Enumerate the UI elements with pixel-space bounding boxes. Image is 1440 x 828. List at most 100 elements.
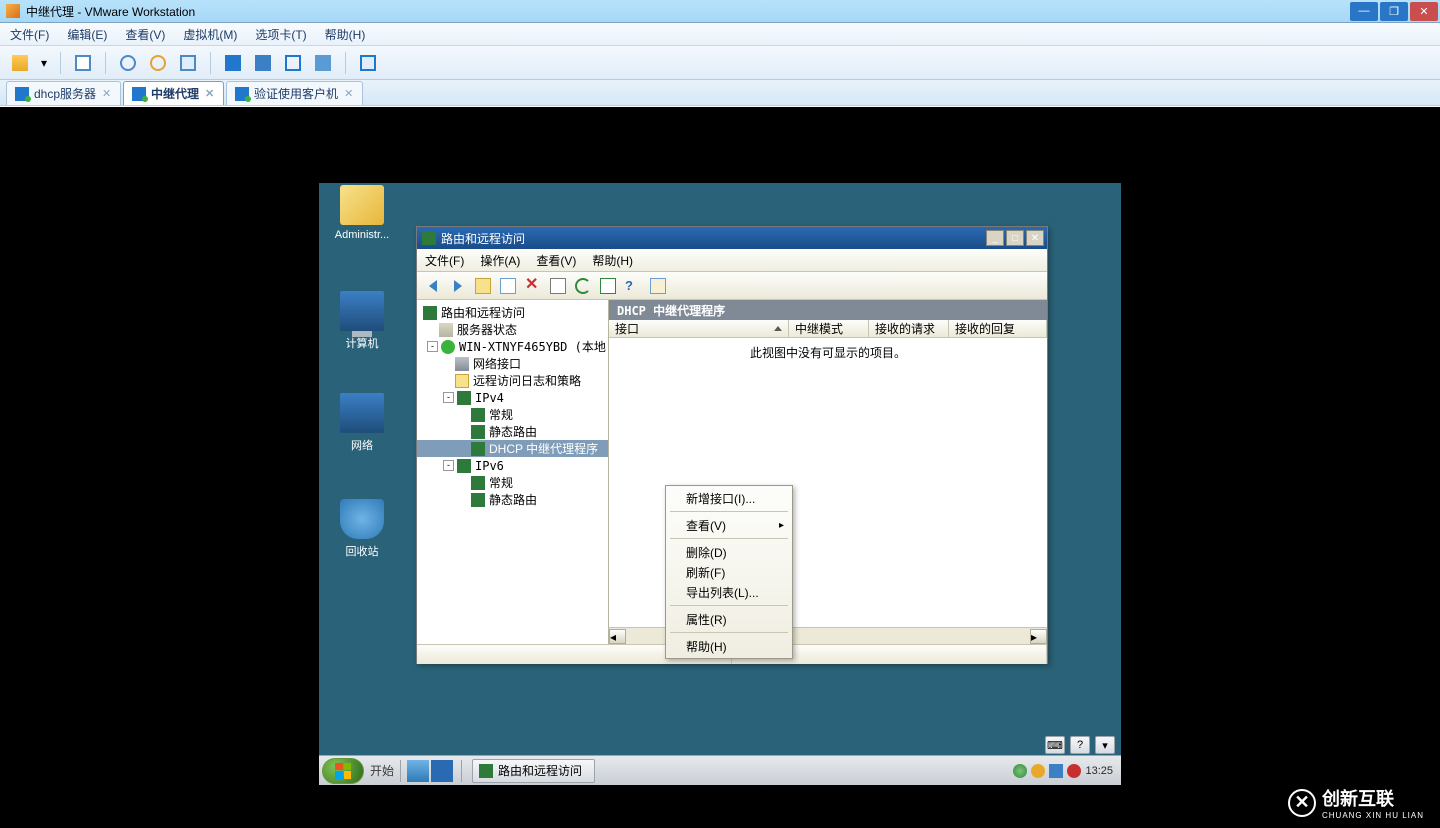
- start-button[interactable]: [322, 758, 364, 784]
- server-icon: [439, 323, 453, 337]
- menu-action[interactable]: 操作(A): [480, 252, 520, 269]
- tree-root[interactable]: 路由和远程访问: [417, 304, 608, 321]
- quicklaunch-show-desktop[interactable]: [407, 760, 429, 782]
- windows-desktop[interactable]: Administr... 计算机 网络 回收站 路由和远程访问: [319, 183, 1121, 785]
- watermark-logo-icon: ✕: [1288, 789, 1316, 817]
- menu-tabs[interactable]: 选项卡(T): [255, 26, 306, 43]
- tree-host[interactable]: - WIN-XTNYF465YBD (本地): [417, 338, 608, 355]
- ctx-export-list[interactable]: 导出列表(L)...: [668, 582, 790, 602]
- rras-titlebar[interactable]: 路由和远程访问 _ □ ✕: [417, 227, 1047, 249]
- snapshot-take-button[interactable]: [116, 51, 140, 75]
- taskbar-item-rras[interactable]: 路由和远程访问: [472, 759, 595, 783]
- forward-button[interactable]: [447, 275, 469, 297]
- tree-label: 远程访问日志和策略: [473, 372, 581, 389]
- ctx-delete[interactable]: 删除(D): [668, 542, 790, 562]
- close-button[interactable]: ✕: [1026, 230, 1044, 246]
- tree-ipv4-static[interactable]: 静态路由: [417, 423, 608, 440]
- minimize-button[interactable]: _: [986, 230, 1004, 246]
- tab-close-icon[interactable]: ✕: [102, 87, 114, 99]
- column-received-replies[interactable]: 接收的回复: [949, 320, 1047, 337]
- snapshot-manager-button[interactable]: [176, 51, 200, 75]
- column-received-requests[interactable]: 接收的请求: [869, 320, 949, 337]
- tab-dhcp-server[interactable]: dhcp服务器 ✕: [6, 81, 121, 105]
- folder-icon: [340, 185, 384, 225]
- ip-icon: [471, 408, 485, 422]
- tab-verify-client[interactable]: 验证使用客户机 ✕: [226, 81, 363, 105]
- collapse-icon[interactable]: -: [443, 460, 454, 471]
- column-button[interactable]: [647, 275, 669, 297]
- rras-tree[interactable]: 路由和远程访问 服务器状态 - WIN-XTNYF465YBD (本地): [417, 300, 609, 644]
- desktop-icon-recycle[interactable]: 回收站: [327, 499, 397, 559]
- tab-close-icon[interactable]: ✕: [205, 87, 217, 99]
- menu-vm[interactable]: 虚拟机(M): [183, 26, 237, 43]
- tray-network-icon[interactable]: [1049, 764, 1063, 778]
- fullscreen-button[interactable]: [281, 51, 305, 75]
- keyboard-button[interactable]: ⌨: [1045, 736, 1065, 754]
- tree-ipv4-general[interactable]: 常规: [417, 406, 608, 423]
- maximize-button[interactable]: ❐: [1380, 2, 1408, 21]
- help-button[interactable]: ?: [622, 275, 644, 297]
- tree-ipv6[interactable]: - IPv6: [417, 457, 608, 474]
- menu-view[interactable]: 查看(V): [536, 252, 576, 269]
- maximize-button[interactable]: □: [1006, 230, 1024, 246]
- stretch-button[interactable]: [356, 51, 380, 75]
- tree-ipv6-general[interactable]: 常规: [417, 474, 608, 491]
- up-button[interactable]: [472, 275, 494, 297]
- tray-volume-icon[interactable]: [1067, 764, 1081, 778]
- properties-button[interactable]: [547, 275, 569, 297]
- tree-ipv6-static[interactable]: 静态路由: [417, 491, 608, 508]
- delete-button[interactable]: ✕: [522, 275, 544, 297]
- tree-dhcp-relay[interactable]: DHCP 中继代理程序: [417, 440, 608, 457]
- collapse-icon[interactable]: -: [443, 392, 454, 403]
- tree-server-status[interactable]: 服务器状态: [417, 321, 608, 338]
- tray-update-icon[interactable]: [1031, 764, 1045, 778]
- tree-network-interfaces[interactable]: 网络接口: [417, 355, 608, 372]
- suspend-button[interactable]: [8, 51, 32, 75]
- menu-view[interactable]: 查看(V): [125, 26, 165, 43]
- snapshot-revert-button[interactable]: [146, 51, 170, 75]
- tray-security-icon[interactable]: [1013, 764, 1027, 778]
- back-button[interactable]: [422, 275, 444, 297]
- collapse-icon[interactable]: -: [427, 341, 438, 352]
- column-interface[interactable]: 接口: [609, 320, 789, 337]
- tray-clock[interactable]: 13:25: [1085, 765, 1113, 777]
- desktop-icon-admin-folder[interactable]: Administr...: [327, 185, 397, 241]
- ctx-help[interactable]: 帮助(H): [668, 636, 790, 656]
- computer-icon: [340, 291, 384, 331]
- desktop-icon-network[interactable]: 网络: [327, 393, 397, 453]
- tab-close-icon[interactable]: ✕: [344, 87, 356, 99]
- view-options-button[interactable]: [497, 275, 519, 297]
- menu-file[interactable]: 文件(F): [425, 252, 464, 269]
- thumbnail-button[interactable]: [251, 51, 275, 75]
- network-button[interactable]: [71, 51, 95, 75]
- quicklaunch-switch-windows[interactable]: [431, 760, 453, 782]
- scroll-left-button[interactable]: ◂: [609, 629, 626, 644]
- ctx-view[interactable]: 查看(V): [668, 515, 790, 535]
- menu-help[interactable]: 帮助(H): [325, 26, 366, 43]
- export-button[interactable]: [597, 275, 619, 297]
- tab-label: 验证使用客户机: [254, 85, 338, 102]
- menu-file[interactable]: 文件(F): [10, 26, 49, 43]
- refresh-button[interactable]: [572, 275, 594, 297]
- scroll-right-button[interactable]: ▸: [1030, 629, 1047, 644]
- vmware-menubar: 文件(F) 编辑(E) 查看(V) 虚拟机(M) 选项卡(T) 帮助(H): [0, 23, 1440, 46]
- tree-ipv4[interactable]: - IPv4: [417, 389, 608, 406]
- unity-button[interactable]: [311, 51, 335, 75]
- menu-edit[interactable]: 编辑(E): [67, 26, 107, 43]
- minimize-button[interactable]: —: [1350, 2, 1378, 21]
- column-relay-mode[interactable]: 中继模式: [789, 320, 869, 337]
- tree-remote-access-log[interactable]: 远程访问日志和策略: [417, 372, 608, 389]
- tab-relay-agent[interactable]: 中继代理 ✕: [123, 81, 224, 105]
- close-button[interactable]: ✕: [1410, 2, 1438, 21]
- suspend-dropdown[interactable]: ▾: [38, 51, 50, 75]
- rras-icon: [479, 764, 493, 778]
- ctx-new-interface[interactable]: 新增接口(I)...: [668, 488, 790, 508]
- vmware-titlebar[interactable]: 中继代理 - VMware Workstation — ❐ ✕: [0, 0, 1440, 23]
- ime-options-button[interactable]: ▾: [1095, 736, 1115, 754]
- desktop-icon-computer[interactable]: 计算机: [327, 291, 397, 351]
- menu-help[interactable]: 帮助(H): [592, 252, 633, 269]
- ctx-properties[interactable]: 属性(R): [668, 609, 790, 629]
- ime-help-button[interactable]: ?: [1070, 736, 1090, 754]
- ctx-refresh[interactable]: 刷新(F): [668, 562, 790, 582]
- show-console-button[interactable]: [221, 51, 245, 75]
